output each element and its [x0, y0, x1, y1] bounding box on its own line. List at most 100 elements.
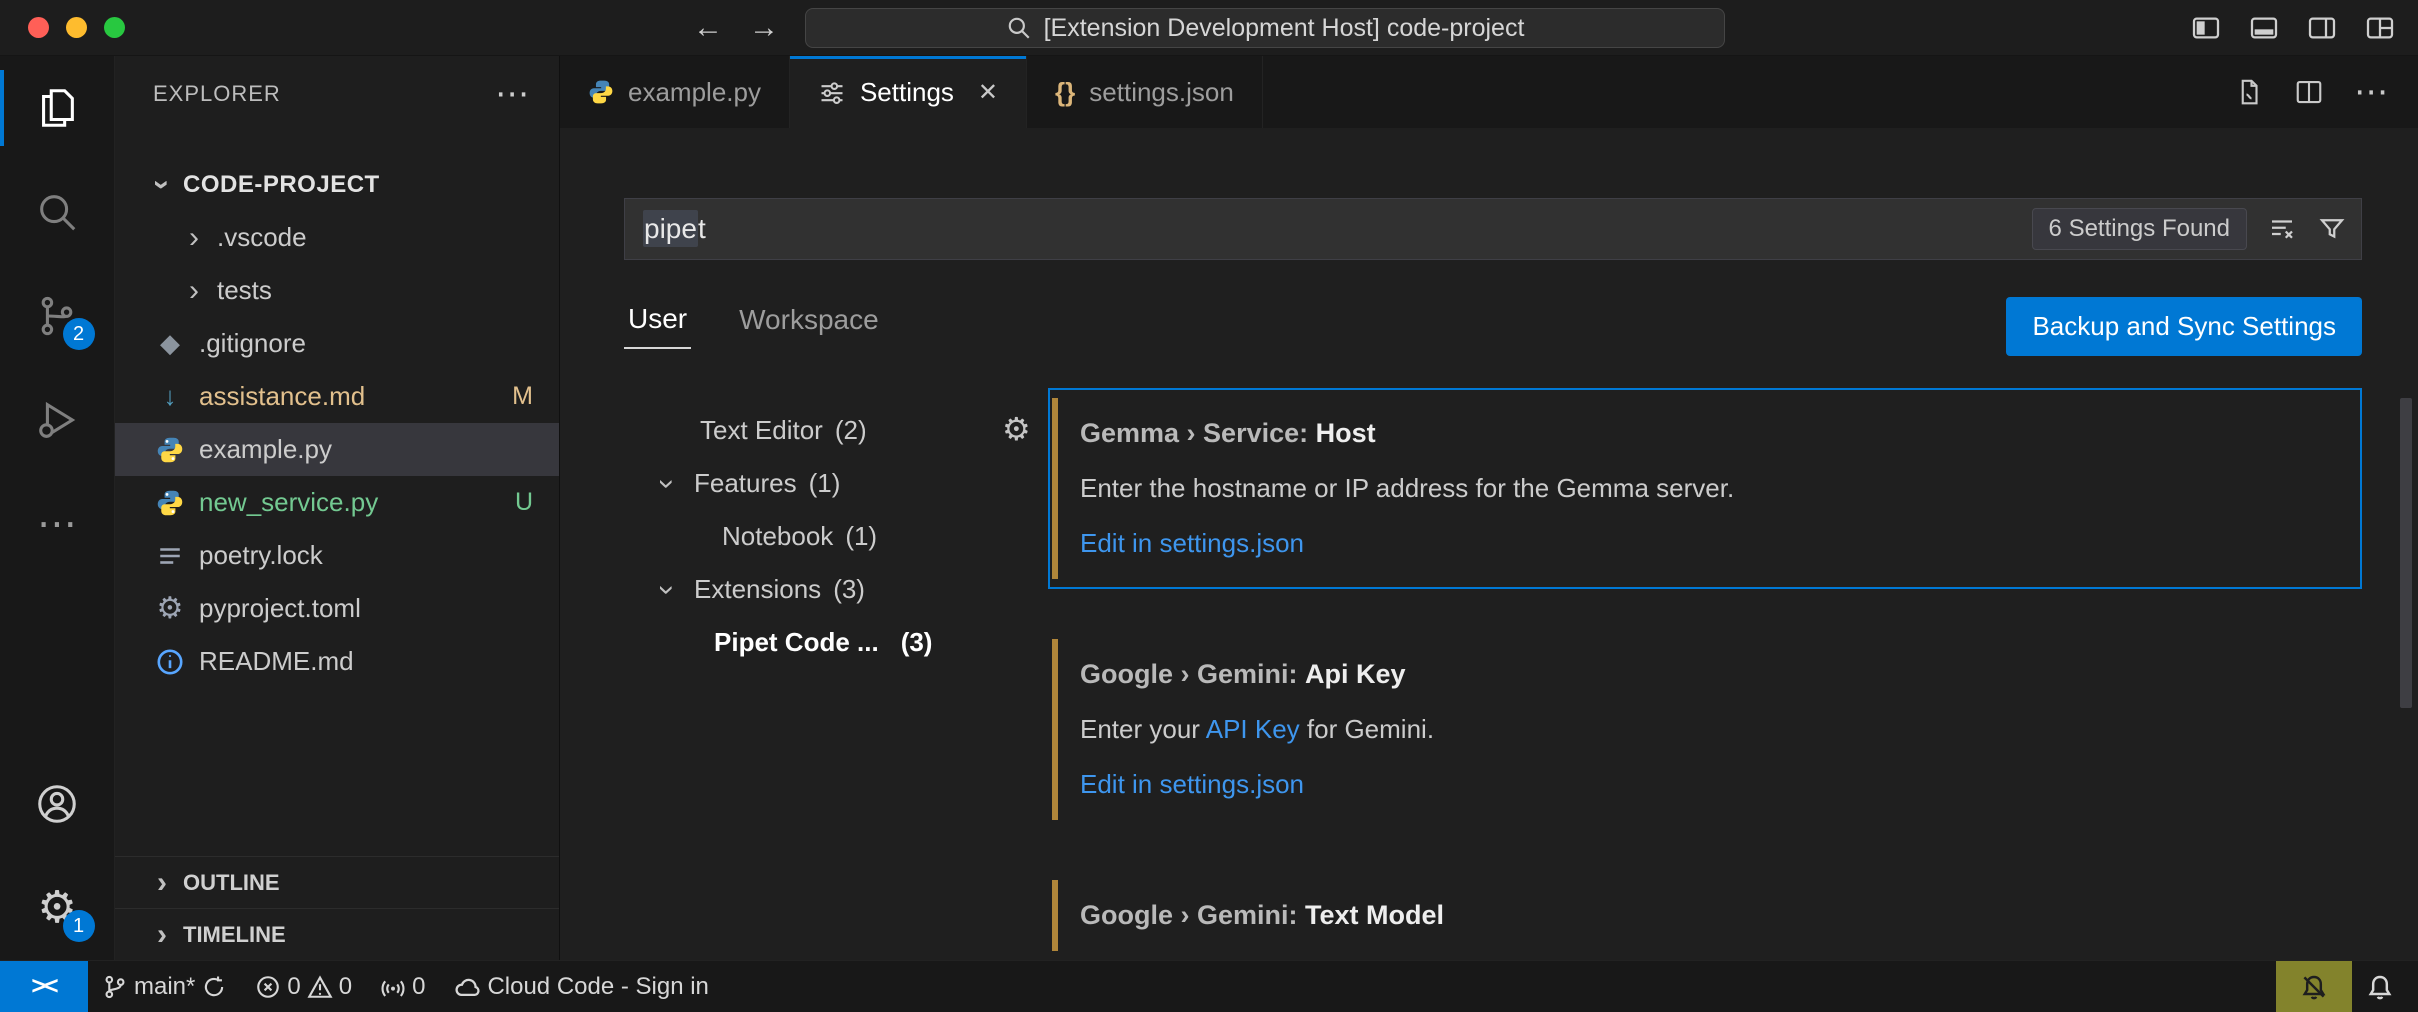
- source-control-activity-icon[interactable]: 2: [0, 264, 115, 368]
- filter-icon[interactable]: [2317, 214, 2347, 244]
- setting-name: Text Model: [1305, 900, 1444, 930]
- search-icon: [34, 189, 80, 235]
- cloud-code-item[interactable]: Cloud Code - Sign in: [439, 961, 722, 1012]
- file-tree: › CODE-PROJECT › .vscode › tests ◆ .giti…: [115, 132, 559, 856]
- toc-item-extensions[interactable]: › Extensions (3): [624, 563, 1024, 616]
- explorer-more-actions-icon[interactable]: ⋯: [495, 74, 529, 114]
- open-settings-json-icon[interactable]: [2234, 77, 2264, 107]
- timeline-section-header[interactable]: › TIMELINE: [115, 908, 559, 960]
- setting-description: Enter the hostname or IP address for the…: [1080, 473, 2330, 504]
- setting-name: Api Key: [1305, 659, 1406, 689]
- json-braces-icon: {}: [1055, 77, 1075, 108]
- ports-item[interactable]: 0: [366, 961, 439, 1012]
- toc-count: (3): [833, 574, 865, 605]
- settings-search-input[interactable]: pipet 6 Settings Found: [624, 198, 2362, 260]
- customize-layout-icon[interactable]: [2364, 12, 2396, 44]
- setting-google-gemini-api-key[interactable]: Google › Gemini: Api Key Enter your API …: [1048, 629, 2362, 830]
- close-tab-icon[interactable]: ✕: [978, 78, 998, 107]
- tab-settings-json[interactable]: {} settings.json: [1027, 56, 1263, 128]
- backup-sync-settings-button[interactable]: Backup and Sync Settings: [2006, 297, 2362, 356]
- settings-gear-activity-icon[interactable]: ⚙ 1: [0, 856, 115, 960]
- scrollbar-thumb[interactable]: [2400, 398, 2412, 708]
- scope-tab-user[interactable]: User: [624, 303, 691, 349]
- file-label: tests: [217, 275, 272, 306]
- tree-item-assistance-md[interactable]: ↓ assistance.md M: [115, 370, 559, 423]
- python-icon: [153, 486, 187, 520]
- toc-label: Extensions: [694, 574, 821, 605]
- explorer-activity-icon[interactable]: [0, 56, 115, 160]
- toc-item-features[interactable]: › Features (1): [624, 457, 1024, 510]
- notifications-item[interactable]: [2352, 961, 2418, 1012]
- minimize-window-button[interactable]: [66, 17, 87, 38]
- status-bar: >< main* 0 0 0 Cloud Code - Sign in: [0, 960, 2418, 1012]
- command-center[interactable]: [Extension Development Host] code-projec…: [805, 8, 1725, 48]
- description-text: for Gemini.: [1300, 714, 1434, 744]
- tree-item-pyproject-toml[interactable]: ⚙ pyproject.toml: [115, 582, 559, 635]
- clear-filters-icon[interactable]: [2267, 214, 2297, 244]
- warning-icon: [307, 974, 333, 1000]
- chevron-right-icon: ›: [179, 221, 209, 255]
- modified-indicator: [1052, 639, 1058, 820]
- setting-category: Google › Gemini:: [1080, 659, 1305, 689]
- settings-toc: Text Editor (2) › Features (1) Notebook …: [624, 388, 1024, 960]
- tab-example-py[interactable]: example.py: [560, 56, 790, 128]
- tree-item-tests[interactable]: › tests: [115, 264, 559, 317]
- outline-section-header[interactable]: › OUTLINE: [115, 856, 559, 908]
- do-not-disturb-item[interactable]: [2276, 961, 2352, 1012]
- tree-item-readme-md[interactable]: README.md: [115, 635, 559, 688]
- setting-actions-gear-icon[interactable]: ⚙: [1002, 410, 1031, 448]
- bell-icon: [2366, 973, 2394, 1001]
- close-window-button[interactable]: [28, 17, 49, 38]
- branch-label: main*: [134, 973, 195, 1001]
- root-folder-label: CODE-PROJECT: [183, 171, 380, 199]
- forward-icon[interactable]: →: [749, 11, 779, 45]
- modified-indicator: [1052, 880, 1058, 951]
- ports-count: 0: [412, 973, 425, 1001]
- error-count: 0: [287, 973, 300, 1001]
- search-activity-icon[interactable]: [0, 160, 115, 264]
- toc-count: (2): [835, 415, 867, 446]
- setting-title: Gemma › Service: Host: [1080, 418, 2330, 449]
- toc-label: Text Editor: [700, 415, 823, 446]
- file-label: README.md: [199, 646, 354, 677]
- remote-indicator[interactable]: ><: [0, 961, 88, 1012]
- settings-found-badge: 6 Settings Found: [2032, 208, 2247, 250]
- tree-item-new-service-py[interactable]: new_service.py U: [115, 476, 559, 529]
- more-views-icon[interactable]: ⋯: [0, 472, 115, 576]
- split-editor-icon[interactable]: [2294, 77, 2324, 107]
- toggle-panel-icon[interactable]: [2248, 12, 2280, 44]
- accounts-icon[interactable]: [0, 752, 115, 856]
- edit-in-settings-json-link[interactable]: Edit in settings.json: [1080, 769, 1304, 800]
- setting-google-gemini-text-model[interactable]: Google › Gemini: Text Model: [1048, 870, 2362, 960]
- error-icon: [255, 974, 281, 1000]
- toc-count: (1): [809, 468, 841, 499]
- scope-tab-workspace[interactable]: Workspace: [735, 304, 883, 348]
- git-branch-item[interactable]: main*: [88, 961, 241, 1012]
- python-icon: [588, 79, 614, 105]
- file-label: assistance.md: [199, 381, 365, 412]
- toggle-secondary-sidebar-icon[interactable]: [2306, 12, 2338, 44]
- setting-gemma-service-host[interactable]: ⚙ Gemma › Service: Host Enter the hostna…: [1048, 388, 2362, 589]
- tab-settings[interactable]: Settings ✕: [790, 56, 1027, 128]
- toc-item-notebook[interactable]: Notebook (1): [624, 510, 1024, 563]
- toc-item-text-editor[interactable]: Text Editor (2): [624, 404, 1024, 457]
- toc-item-pipet-code[interactable]: Pipet Code ... (3): [624, 616, 1024, 669]
- settings-list: ⚙ Gemma › Service: Host Enter the hostna…: [1024, 388, 2362, 960]
- toc-label: Pipet Code ...: [714, 627, 879, 658]
- api-key-link[interactable]: API Key: [1206, 714, 1300, 744]
- maximize-window-button[interactable]: [104, 17, 125, 38]
- tree-item-example-py[interactable]: example.py: [115, 423, 559, 476]
- run-debug-activity-icon[interactable]: [0, 368, 115, 472]
- tree-item-gitignore[interactable]: ◆ .gitignore: [115, 317, 559, 370]
- search-text: t: [698, 213, 706, 244]
- edit-in-settings-json-link[interactable]: Edit in settings.json: [1080, 528, 1304, 559]
- run-debug-icon: [34, 397, 80, 443]
- file-label: example.py: [199, 434, 332, 465]
- tree-root-code-project[interactable]: › CODE-PROJECT: [115, 158, 559, 211]
- toggle-primary-sidebar-icon[interactable]: [2190, 12, 2222, 44]
- tree-item-vscode[interactable]: › .vscode: [115, 211, 559, 264]
- tree-item-poetry-lock[interactable]: poetry.lock: [115, 529, 559, 582]
- back-icon[interactable]: ←: [693, 11, 723, 45]
- more-actions-icon[interactable]: ⋯: [2354, 72, 2388, 112]
- problems-item[interactable]: 0 0: [241, 961, 366, 1012]
